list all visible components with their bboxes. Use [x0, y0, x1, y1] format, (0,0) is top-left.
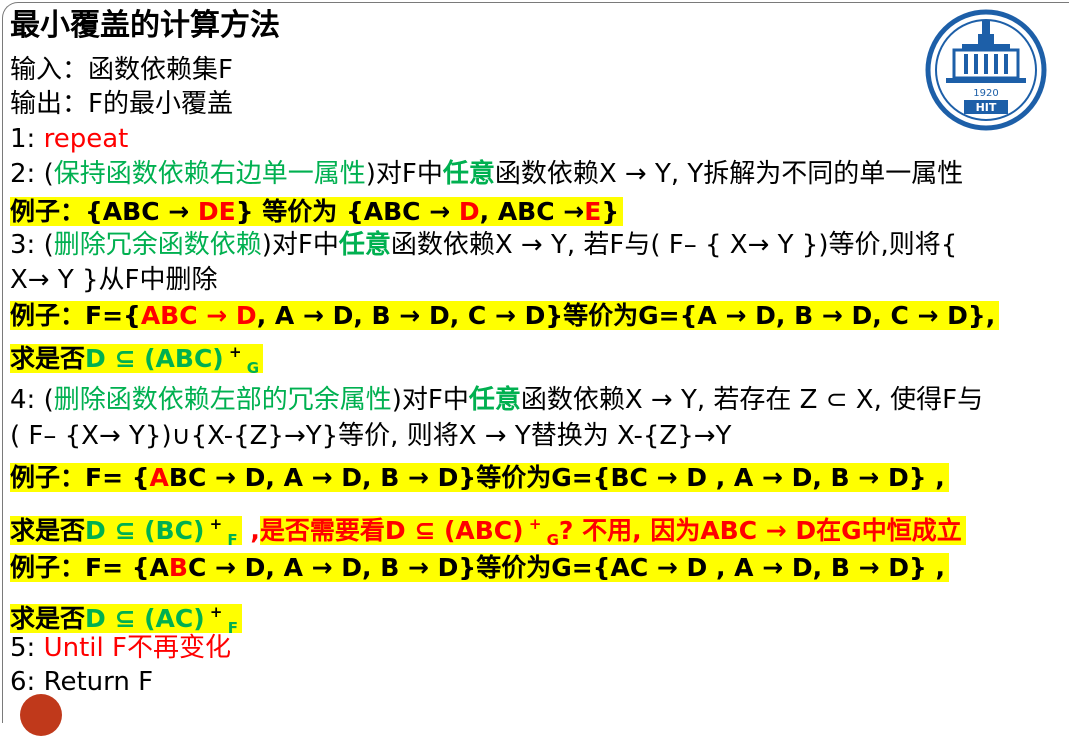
example-1-red1: DE	[197, 197, 236, 226]
example-2: 例子：F={ABC → D, A → D, B → D, C → D}等价为G=…	[10, 300, 1000, 332]
step-3-green: 删除冗余函数依赖	[53, 230, 262, 260]
example-4: 例子：F= {ABC → D, A → D, B → D}等价为G={AC → …	[10, 552, 949, 584]
slide-corner-decoration	[20, 694, 62, 736]
example-3-note-sup: +	[523, 515, 547, 533]
example-4-question-text: 求是否D ⊆ (AC) + F	[10, 603, 242, 637]
example-3-a: 例子：F= {	[10, 463, 150, 492]
example-1-red3: E	[584, 197, 602, 226]
hit-university-logo: 1920 HIT	[925, 9, 1047, 131]
logo-letters: HIT	[976, 101, 997, 114]
step-6: 6: Return F	[10, 667, 154, 697]
example-3-q-sep: ,	[241, 516, 260, 545]
example-3-note: 是否需要看D ⊆ (ABC) + G? 不用, 因为ABC → D在G中恒成立	[259, 515, 966, 549]
step-4-continued: ( F– {X→ Y})∪{X-{Z}→Y}等价, 则将X → Y替换为 X-{…	[10, 421, 732, 451]
example-2-q-sub: G	[246, 359, 260, 377]
step-4-prefix: 4: (	[10, 385, 54, 415]
example-1-b: } 等价为 {ABC →	[235, 197, 459, 226]
example-3-q-sup: +	[204, 515, 228, 533]
example-3: 例子：F= {ABC → D, A → D, B → D}等价为G={BC → …	[10, 462, 949, 494]
example-4-text: 例子：F= {ABC → D, A → D, B → D}等价为G={AC → …	[10, 553, 949, 582]
example-3-b: BC → D, A → D, B → D}等价为G={BC → D , A → …	[168, 463, 945, 492]
example-2-text: 例子：F={ABC → D, A → D, B → D, C → D}等价为G=…	[10, 301, 1000, 330]
example-4-a: 例子：F= {A	[10, 553, 169, 582]
example-2-q-green: D ⊆ (ABC)	[85, 344, 224, 373]
step-4: 4: (删除函数依赖左部的冗余属性)对F中任意函数依赖X → Y, 若存在 Z …	[10, 384, 983, 416]
step-2-any: 任意	[442, 159, 495, 189]
step-5: 5: Until F不再变化	[10, 632, 231, 664]
step-3-continued: X→ Y }从F中删除	[10, 265, 218, 295]
example-1-d: }	[601, 197, 620, 226]
step-1: 1: repeat	[10, 123, 128, 155]
example-1-c: , ABC →	[479, 197, 585, 226]
example-1: 例子：{ABC → DE} 等价为 {ABC → D, ABC →E}	[10, 196, 624, 228]
step-1-repeat: repeat	[43, 124, 129, 154]
step-3-any: 任意	[338, 230, 391, 260]
step-2-green: 保持函数依赖右边单一属性	[53, 159, 366, 189]
step-3: 3: (删除冗余函数依赖)对F中任意函数依赖X → Y, 若F与( F– { X…	[10, 229, 957, 261]
step-4-mid: )对F中	[391, 385, 469, 415]
step-4-any: 任意	[468, 385, 521, 415]
example-2-red: ABC → D	[140, 301, 257, 330]
example-1-text: 例子：{ABC → DE} 等价为 {ABC → D, ABC →E}	[10, 197, 624, 226]
example-4-q-a: 求是否	[10, 604, 86, 633]
example-3-note-a: 是否需要看	[259, 516, 385, 545]
step-3-prefix: 3: (	[10, 230, 54, 260]
step-5-number: 5:	[10, 633, 44, 663]
step-2-mid: )对F中	[365, 159, 443, 189]
example-4-q-sup: +	[204, 603, 228, 621]
example-3-note-sub: G	[546, 531, 559, 549]
example-3-note-b: D ⊆ (ABC)	[384, 516, 524, 545]
step-3-mid: )对F中	[261, 230, 339, 260]
page-title: 最小覆盖的计算方法	[10, 8, 280, 43]
example-2-question-text: 求是否D ⊆ (ABC) + G	[10, 343, 264, 377]
example-2-b: , A → D, B → D, C → D}等价为G={A → D, B → D…	[256, 301, 996, 330]
step-2-rest: 函数依赖X → Y, Y拆解为不同的单一属性	[494, 159, 964, 189]
step-1-number: 1:	[10, 124, 44, 154]
example-4-q-green: D ⊆ (AC)	[85, 604, 205, 633]
example-2-q-sup: +	[223, 343, 247, 361]
output-line: 输出：F的最小覆盖	[10, 89, 233, 119]
example-3-q-sub: F	[227, 531, 238, 549]
step-2-prefix: 2: (	[10, 159, 54, 189]
step-2: 2: (保持函数依赖右边单一属性)对F中任意函数依赖X → Y, Y拆解为不同的…	[10, 158, 963, 190]
example-3-text: 例子：F= {ABC → D, A → D, B → D}等价为G={BC → …	[10, 463, 949, 492]
input-line: 输入：函数依赖集F	[10, 55, 233, 85]
example-2-q-a: 求是否	[10, 344, 86, 373]
example-3-question: 求是否D ⊆ (BC) + F ,是否需要看D ⊆ (ABC) + G? 不用,…	[10, 508, 966, 556]
example-1-red2: D	[458, 197, 480, 226]
example-3-q-a: 求是否	[10, 516, 86, 545]
logo-year: 1920	[973, 88, 998, 99]
example-3-question-text: 求是否D ⊆ (BC) + F	[10, 515, 242, 549]
example-2-question: 求是否D ⊆ (ABC) + G	[10, 336, 264, 384]
example-3-note-c: ? 不用, 因为ABC → D在G中恒成立	[558, 516, 962, 545]
example-3-q-green: D ⊆ (BC)	[85, 516, 205, 545]
example-4-red: B	[168, 553, 188, 582]
step-5-until: Until F不再变化	[43, 633, 231, 663]
example-1-a: 例子：{ABC →	[10, 197, 198, 226]
example-2-a: 例子：F={	[10, 301, 141, 330]
step-3-rest: 函数依赖X → Y, 若F与( F– { X→ Y })等价,则将{	[390, 230, 958, 260]
step-4-green: 删除函数依赖左部的冗余属性	[53, 385, 392, 415]
example-3-red: A	[149, 463, 169, 492]
step-4-rest: 函数依赖X → Y, 若存在 Z ⊂ X, 使得F与	[520, 385, 984, 415]
example-4-b: C → D, A → D, B → D}等价为G={AC → D , A → D…	[187, 553, 945, 582]
